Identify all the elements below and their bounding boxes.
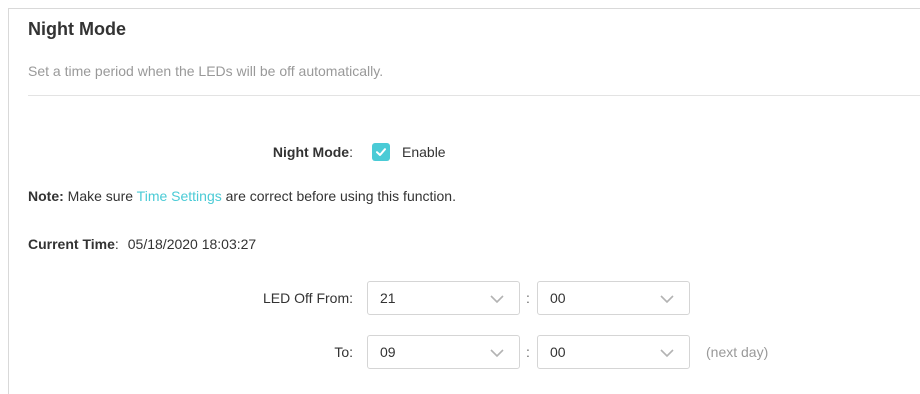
current-time-value: 05/18/2020 18:03:27 <box>127 236 257 252</box>
enable-label[interactable]: Enable <box>402 144 446 160</box>
led-off-from-minute-select[interactable]: 00 <box>537 281 690 315</box>
night-mode-label: Night Mode: <box>0 144 353 160</box>
enable-checkbox[interactable] <box>372 143 390 161</box>
led-off-from-label: LED Off From: <box>263 290 353 306</box>
current-time-colon: : <box>114 236 119 252</box>
to-minute-value: 00 <box>550 344 566 360</box>
current-time-label: Current Time <box>28 236 115 252</box>
section-description: Set a time period when the LEDs will be … <box>28 63 384 79</box>
chevron-down-icon <box>490 295 504 304</box>
chevron-down-icon <box>660 349 674 358</box>
to-hour-value: 09 <box>380 344 396 360</box>
to-minute-select[interactable]: 00 <box>537 335 690 369</box>
note-text-before: Make sure <box>63 188 137 204</box>
next-day-note: (next day) <box>706 344 769 360</box>
current-time-row: Current Time: 05/18/2020 18:03:27 <box>28 236 256 252</box>
time-separator: : <box>526 290 530 306</box>
section-title: Night Mode <box>28 19 126 39</box>
led-off-from-hour-select[interactable]: 21 <box>367 281 520 315</box>
time-separator: : <box>526 344 530 360</box>
night-mode-label-text: Night Mode <box>272 144 350 160</box>
check-icon <box>376 148 386 156</box>
time-settings-link[interactable]: Time Settings <box>137 188 222 204</box>
to-label: To: <box>334 344 353 360</box>
night-mode-colon: : <box>349 144 353 160</box>
led-off-from-minute-value: 00 <box>550 290 566 306</box>
to-hour-select[interactable]: 09 <box>367 335 520 369</box>
note-text: Note: Make sure Time Settings are correc… <box>28 188 456 204</box>
chevron-down-icon <box>660 295 674 304</box>
note-prefix: Note: <box>28 188 64 204</box>
divider <box>28 95 920 96</box>
note-text-after: are correct before using this function. <box>221 188 456 204</box>
led-off-from-hour-value: 21 <box>380 290 396 306</box>
chevron-down-icon <box>490 349 504 358</box>
